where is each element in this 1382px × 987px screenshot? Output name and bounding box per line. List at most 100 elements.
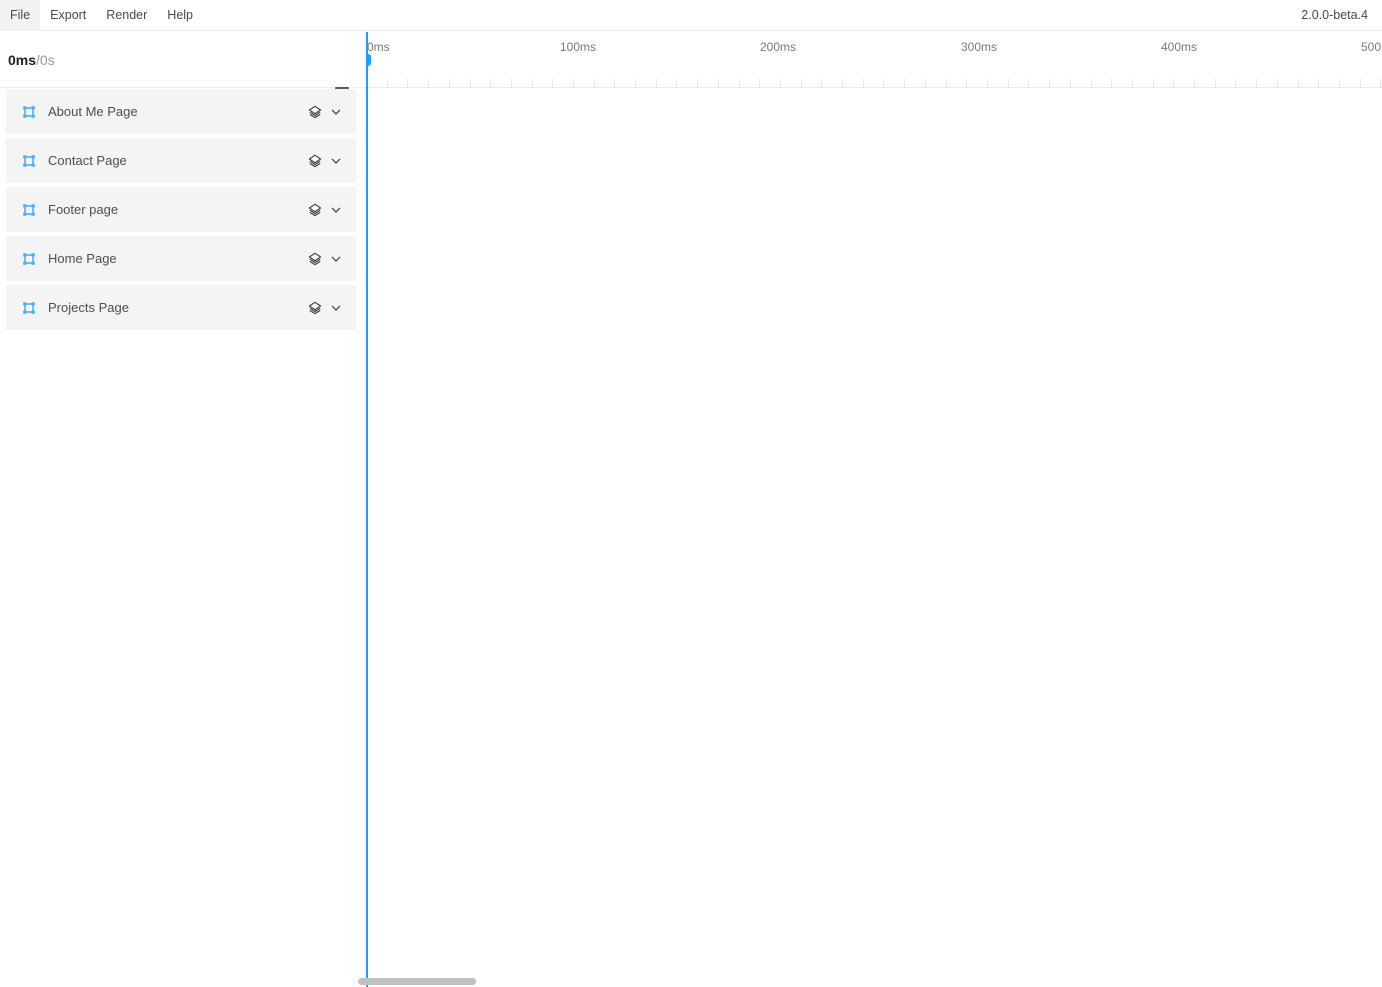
ruler-tick bbox=[676, 79, 677, 87]
layer-row-actions bbox=[306, 152, 346, 170]
ruler-label-300ms: 300ms bbox=[961, 40, 998, 54]
ruler-tick bbox=[1049, 79, 1050, 87]
layer-row-contact-page[interactable]: Contact Page bbox=[6, 138, 356, 183]
layers-icon[interactable] bbox=[306, 103, 324, 121]
layers-icon[interactable] bbox=[306, 250, 324, 268]
ruler-tick bbox=[1360, 79, 1361, 87]
ruler-tick bbox=[1132, 79, 1133, 87]
ruler-tick bbox=[759, 79, 760, 87]
menu-render[interactable]: Render bbox=[96, 0, 157, 31]
layer-row-label: Contact Page bbox=[48, 153, 127, 168]
ruler-tick bbox=[1028, 79, 1029, 87]
layers-icon[interactable] bbox=[306, 152, 324, 170]
component-icon bbox=[22, 154, 36, 168]
ruler-tick bbox=[1380, 79, 1381, 87]
ruler-tick bbox=[718, 79, 719, 87]
ruler-tick bbox=[1277, 79, 1278, 87]
ruler-tick bbox=[1215, 79, 1216, 87]
ruler-tick bbox=[1070, 79, 1071, 87]
ruler-label-400ms: 400ms bbox=[1161, 40, 1198, 54]
ruler-tick bbox=[739, 79, 740, 87]
ruler-tick bbox=[552, 79, 553, 87]
playhead-handle[interactable] bbox=[366, 54, 371, 66]
ruler-tick bbox=[1153, 79, 1154, 87]
chevron-down-icon[interactable] bbox=[326, 299, 346, 317]
ruler-tick bbox=[614, 79, 615, 87]
ruler-tick bbox=[449, 79, 450, 87]
ruler-tick bbox=[821, 79, 822, 87]
timeline-track-area[interactable] bbox=[366, 88, 1382, 987]
ruler-tick bbox=[490, 79, 491, 87]
chevron-down-icon[interactable] bbox=[326, 152, 346, 170]
ruler-tick bbox=[1298, 79, 1299, 87]
layer-panel-header: 0ms/0s bbox=[0, 32, 366, 98]
component-icon bbox=[22, 203, 36, 217]
ruler-tick bbox=[656, 79, 657, 87]
component-icon bbox=[22, 252, 36, 266]
component-icon bbox=[22, 105, 36, 119]
menu-file[interactable]: File bbox=[0, 0, 41, 31]
ruler-tick bbox=[1091, 79, 1092, 87]
ruler-label-500ms: 500 bbox=[1361, 40, 1382, 54]
ruler-tick bbox=[946, 79, 947, 87]
ruler-tick bbox=[573, 79, 574, 87]
layer-row-actions bbox=[306, 201, 346, 219]
ruler-tick bbox=[1194, 79, 1195, 87]
ruler-tick bbox=[1318, 79, 1319, 87]
ruler-tick bbox=[925, 79, 926, 87]
ruler-tick bbox=[428, 79, 429, 87]
layer-row-actions bbox=[306, 299, 346, 317]
layer-row-projects-page[interactable]: Projects Page bbox=[6, 285, 356, 330]
ruler-tick bbox=[780, 79, 781, 87]
ruler-tick bbox=[1339, 79, 1340, 87]
layer-row-actions bbox=[306, 103, 346, 121]
ruler-tick bbox=[511, 79, 512, 87]
timeline-panel[interactable]: 0ms 100ms 200ms 300ms 400ms 500 bbox=[366, 32, 1382, 987]
layers-icon[interactable] bbox=[306, 201, 324, 219]
ruler-tick bbox=[697, 79, 698, 87]
layer-row-footer-page[interactable]: Footer page bbox=[6, 187, 356, 232]
total-time-value: /0s bbox=[36, 52, 55, 68]
timeline-ruler[interactable]: 0ms 100ms 200ms 300ms 400ms 500 bbox=[366, 32, 1382, 88]
layer-row-about-me-page[interactable]: About Me Page bbox=[6, 89, 356, 134]
menu-help[interactable]: Help bbox=[157, 0, 203, 31]
ruler-tick bbox=[532, 79, 533, 87]
ruler-tick bbox=[594, 79, 595, 87]
ruler-label-0ms: 0ms bbox=[367, 40, 390, 54]
menu-export[interactable]: Export bbox=[40, 0, 96, 31]
layer-row-home-page[interactable]: Home Page bbox=[6, 236, 356, 281]
timeline-horizontal-scrollbar[interactable] bbox=[358, 976, 1382, 987]
version-label: 2.0.0-beta.4 bbox=[1301, 8, 1368, 22]
layer-row-label: Footer page bbox=[48, 202, 119, 217]
ruler-tick bbox=[387, 79, 388, 87]
ruler-tick bbox=[1111, 79, 1112, 87]
ruler-tick bbox=[801, 79, 802, 87]
ruler-tick bbox=[1256, 79, 1257, 87]
ruler-tick bbox=[904, 79, 905, 87]
current-time-value: 0ms bbox=[8, 52, 37, 68]
layer-row-label: Home Page bbox=[48, 251, 117, 266]
layer-row-actions bbox=[306, 250, 346, 268]
menu-bar: File Export Render Help 2.0.0-beta.4 bbox=[0, 0, 1382, 31]
ruler-tick bbox=[635, 79, 636, 87]
layers-icon[interactable] bbox=[306, 299, 324, 317]
layer-list: About Me Page Contact Page Footer page H… bbox=[0, 89, 366, 987]
layer-row-label: About Me Page bbox=[48, 104, 138, 119]
component-icon bbox=[22, 301, 36, 315]
menu-item-group: File Export Render Help bbox=[0, 0, 203, 31]
ruler-tick bbox=[966, 79, 967, 87]
chevron-down-icon[interactable] bbox=[326, 201, 346, 219]
playhead-line[interactable] bbox=[366, 32, 371, 987]
ruler-label-100ms: 100ms bbox=[560, 40, 597, 54]
ruler-tick bbox=[1008, 79, 1009, 87]
chevron-down-icon[interactable] bbox=[326, 103, 346, 121]
ruler-label-200ms: 200ms bbox=[760, 40, 797, 54]
layer-row-label: Projects Page bbox=[48, 300, 129, 315]
ruler-tick bbox=[470, 79, 471, 87]
scrollbar-thumb[interactable] bbox=[358, 978, 476, 985]
ruler-tick bbox=[863, 79, 864, 87]
chevron-down-icon[interactable] bbox=[326, 250, 346, 268]
time-readout: 0ms/0s bbox=[8, 52, 55, 68]
ruler-tick bbox=[883, 79, 884, 87]
ruler-tick bbox=[1235, 79, 1236, 87]
